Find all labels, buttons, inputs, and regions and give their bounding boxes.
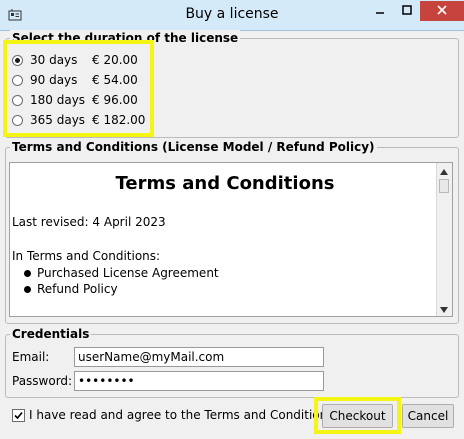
- password-field[interactable]: ••••••••: [74, 371, 324, 391]
- email-label: Email:: [12, 350, 50, 364]
- terms-bullet-text: Purchased License Agreement: [37, 266, 219, 280]
- terms-group-title: Terms and Conditions (License Model / Re…: [10, 139, 377, 155]
- scroll-up-button[interactable]: [437, 163, 451, 178]
- scroll-down-button[interactable]: [437, 301, 451, 316]
- terms-intro: In Terms and Conditions:: [12, 249, 161, 263]
- scroll-thumb[interactable]: [439, 179, 449, 193]
- agree-label[interactable]: I have read and agree to the Terms and C…: [29, 408, 337, 422]
- agree-checkbox[interactable]: [12, 409, 25, 422]
- close-button[interactable]: [420, 1, 464, 21]
- checkmark-icon: [14, 409, 23, 423]
- password-label: Password:: [12, 374, 73, 388]
- title-bar: Buy a license: [0, 0, 464, 31]
- bullet-icon: [24, 285, 31, 293]
- terms-text-area[interactable]: Terms and Conditions Last revised: 4 Apr…: [9, 162, 453, 317]
- minimize-icon: [374, 4, 386, 19]
- chevron-down-icon: [440, 302, 448, 316]
- maximize-icon: [401, 4, 413, 19]
- email-field[interactable]: userName@myMail.com: [74, 347, 324, 367]
- terms-bullet: Refund Policy: [24, 282, 118, 296]
- bullet-icon: [24, 269, 31, 277]
- terms-heading: Terms and Conditions: [115, 173, 335, 194]
- cancel-button[interactable]: Cancel: [402, 404, 454, 428]
- minimize-button[interactable]: [366, 1, 393, 21]
- duration-highlight: [3, 40, 154, 137]
- close-icon: [436, 4, 448, 19]
- terms-revised: Last revised: 4 April 2023: [12, 215, 166, 229]
- maximize-button[interactable]: [393, 1, 420, 21]
- terms-bullet-text: Refund Policy: [37, 282, 118, 296]
- checkout-button[interactable]: Checkout: [322, 404, 393, 428]
- terms-scrollbar[interactable]: [436, 163, 452, 316]
- credentials-group-title: Credentials: [10, 326, 92, 342]
- terms-bullet: Purchased License Agreement: [24, 266, 219, 280]
- chevron-up-icon: [440, 164, 448, 178]
